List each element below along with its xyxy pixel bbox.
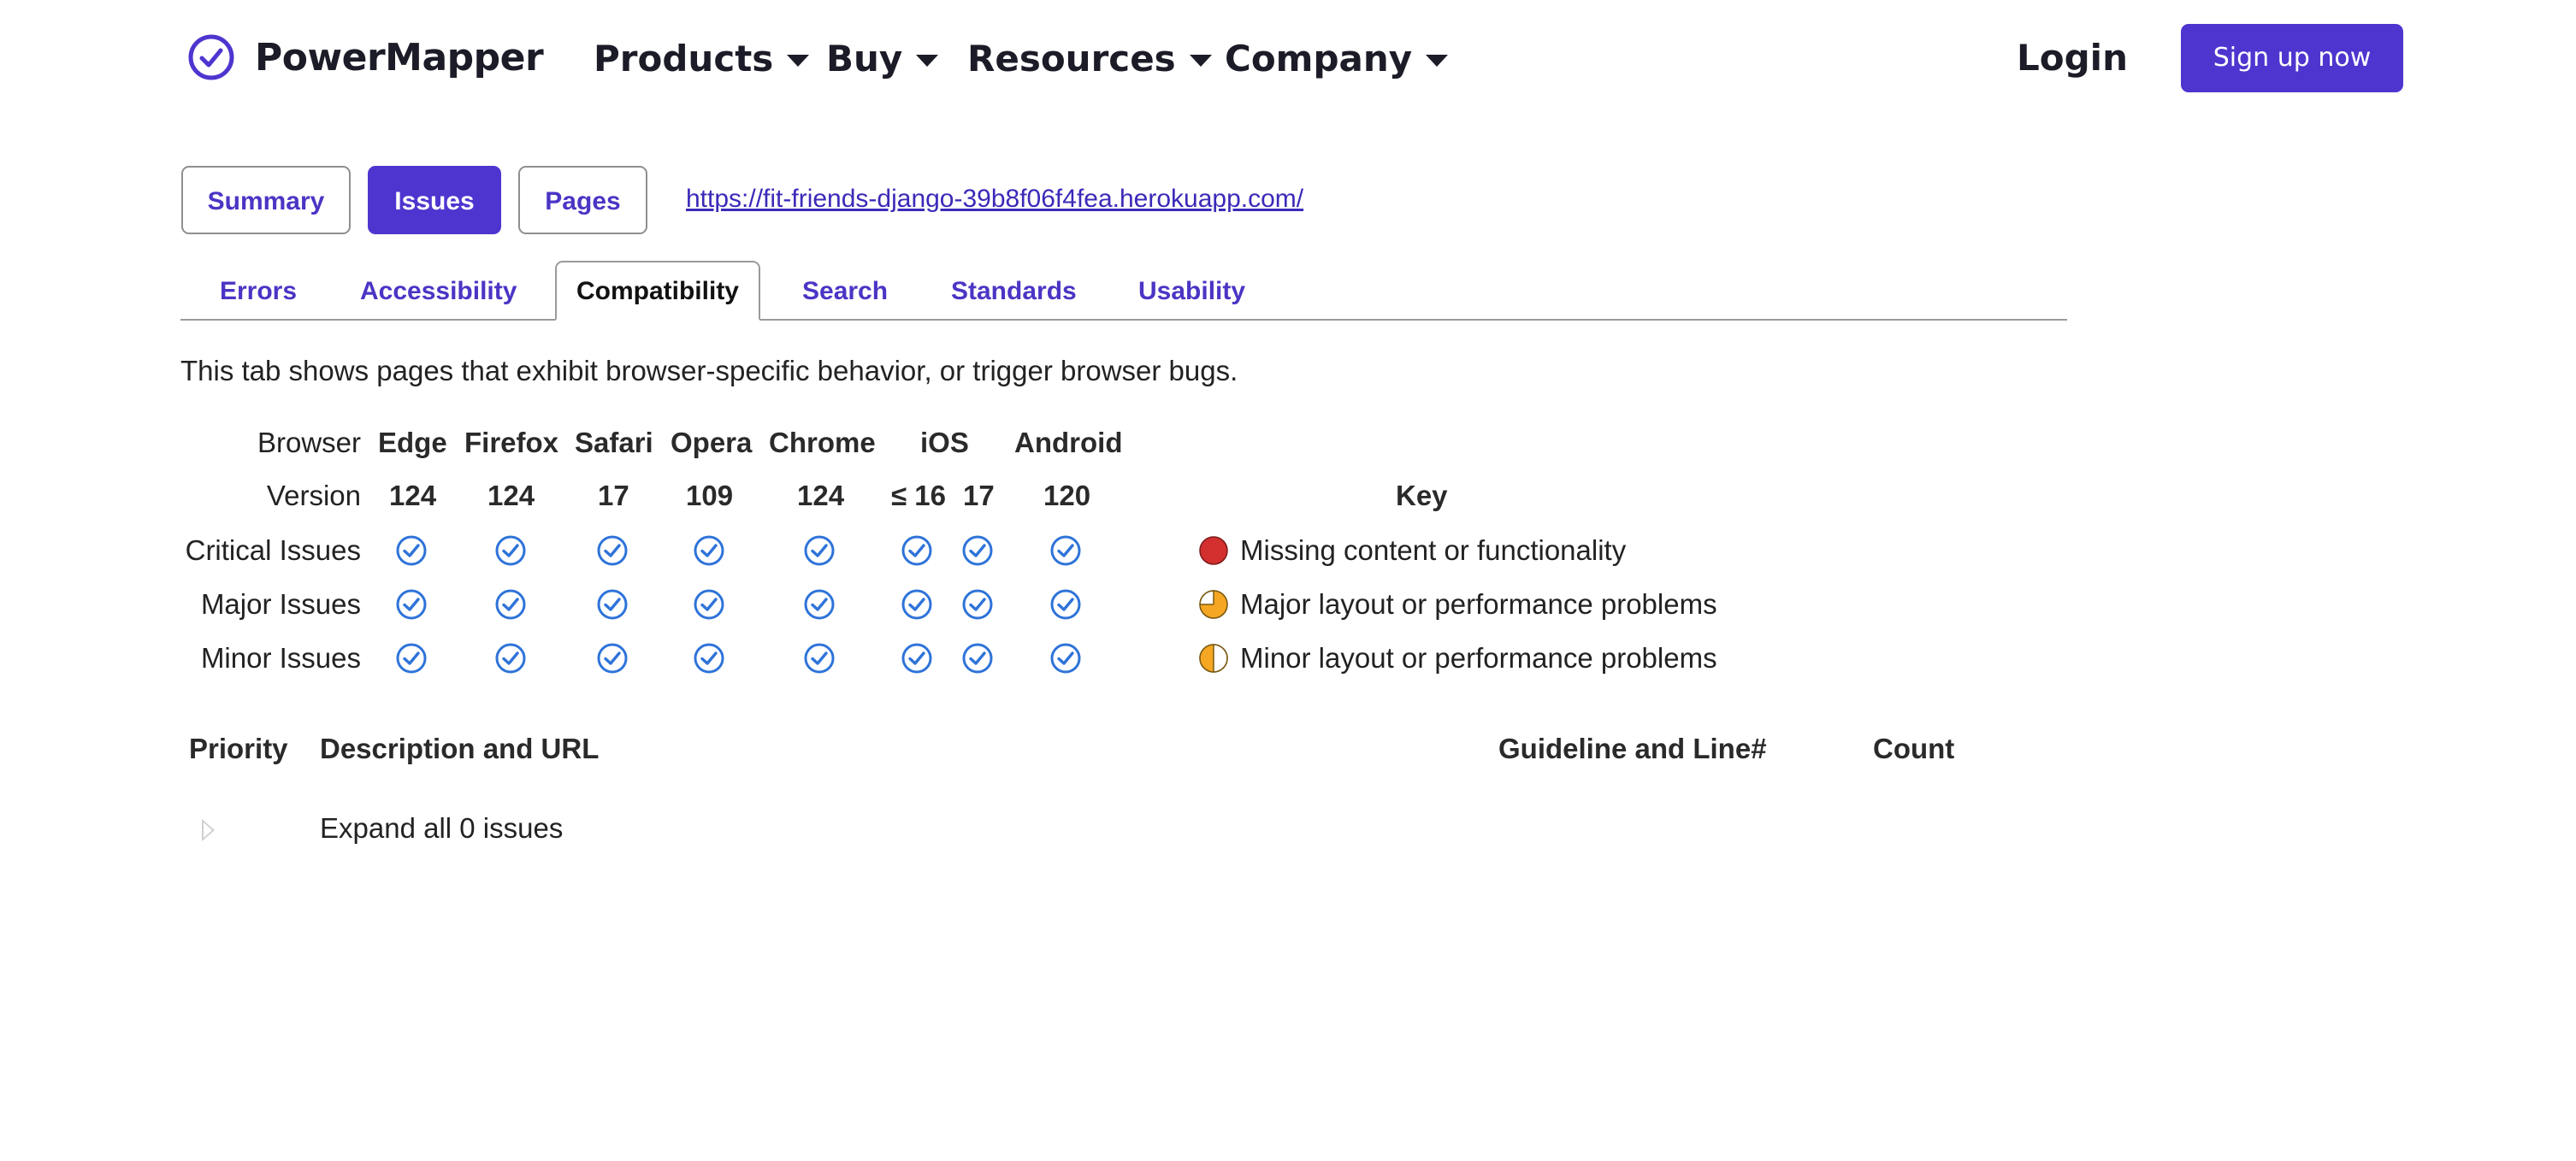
key-major-text: Major layout or performance problems bbox=[1240, 588, 1717, 620]
check-circle-icon bbox=[597, 589, 628, 620]
site-url-link[interactable]: https://fit-friends-django-39b8f06f4fea.… bbox=[686, 185, 1303, 214]
tab-search[interactable]: Search bbox=[802, 261, 888, 319]
browser-name: Android bbox=[1014, 427, 1123, 458]
nav-products[interactable]: Products bbox=[594, 32, 810, 84]
guideline-column-header[interactable]: Guideline and Line# bbox=[1498, 732, 1767, 766]
check-circle-icon bbox=[962, 589, 993, 620]
brand-name: PowerMapper bbox=[255, 35, 544, 80]
key-critical-text: Missing content or functionality bbox=[1240, 534, 1627, 566]
major-issues-label: Major Issues bbox=[200, 588, 361, 620]
check-circle-icon bbox=[694, 535, 724, 566]
check-circle-icon bbox=[962, 535, 993, 566]
key-minor-text: Minor layout or performance problems bbox=[1240, 642, 1717, 674]
chevron-down-icon bbox=[787, 55, 810, 67]
expand-all-issues[interactable]: Expand all 0 issues bbox=[320, 811, 563, 846]
nav-resources[interactable]: Resources bbox=[967, 32, 1212, 84]
check-circle-icon bbox=[901, 643, 932, 674]
tab-standards[interactable]: Standards bbox=[951, 261, 1077, 319]
check-circle-icon bbox=[1050, 589, 1081, 620]
key-title: Key bbox=[1396, 480, 1448, 511]
check-circle-icon bbox=[694, 643, 724, 674]
tab-accessibility[interactable]: Accessibility bbox=[360, 261, 517, 319]
browser-name: iOS bbox=[920, 427, 969, 458]
check-circle-icon bbox=[1050, 535, 1081, 566]
check-circle-icon bbox=[804, 589, 835, 620]
check-circle-icon bbox=[597, 535, 628, 566]
check-circle-icon bbox=[962, 643, 993, 674]
description-column-header[interactable]: Description and URL bbox=[320, 732, 599, 766]
nav-buy[interactable]: Buy bbox=[826, 32, 939, 84]
check-circle-icon bbox=[495, 535, 526, 566]
check-circle-icon bbox=[804, 535, 835, 566]
browser-version: 17 bbox=[963, 480, 995, 511]
browser-version: 17 bbox=[598, 480, 629, 511]
minor-issues-label: Minor Issues bbox=[200, 642, 361, 674]
check-circle-icon bbox=[597, 643, 628, 674]
chevron-down-icon bbox=[1189, 55, 1212, 67]
browser-version: 124 bbox=[389, 480, 437, 511]
browser-name: Safari bbox=[575, 427, 653, 458]
browser-name: Edge bbox=[378, 427, 447, 458]
check-circle-icon bbox=[804, 643, 835, 674]
tab-description: This tab shows pages that exhibit browse… bbox=[180, 355, 1238, 386]
check-circle-logo-icon bbox=[188, 34, 234, 80]
browser-name: Firefox bbox=[464, 427, 559, 458]
issue-category-tabs: Errors Accessibility Compatibility Searc… bbox=[180, 261, 2067, 321]
browser-version: 124 bbox=[797, 480, 845, 511]
nav-company[interactable]: Company bbox=[1225, 32, 1449, 84]
top-navigation: PowerMapper Products Buy Resources Compa… bbox=[0, 0, 2576, 116]
login-link[interactable]: Login bbox=[2017, 32, 2128, 84]
view-summary-button[interactable]: Summary bbox=[181, 166, 351, 234]
chevron-down-icon bbox=[916, 55, 939, 67]
tab-errors[interactable]: Errors bbox=[220, 261, 297, 319]
signup-button[interactable]: Sign up now bbox=[2181, 24, 2403, 92]
browser-version: 124 bbox=[487, 480, 535, 511]
orange-half-pie-icon bbox=[1199, 644, 1228, 673]
view-issues-button[interactable]: Issues bbox=[368, 166, 501, 234]
browser-row-label: Browser bbox=[257, 427, 361, 458]
browser-version: ≤ 16 bbox=[891, 480, 946, 511]
check-circle-icon bbox=[396, 643, 427, 674]
expand-arrow-icon[interactable] bbox=[202, 819, 215, 841]
priority-column-header[interactable]: Priority bbox=[189, 732, 288, 766]
chevron-down-icon bbox=[1426, 55, 1449, 67]
nav-products-label: Products bbox=[594, 37, 774, 80]
orange-three-quarter-pie-icon bbox=[1199, 590, 1228, 619]
view-pages-button[interactable]: Pages bbox=[518, 166, 647, 234]
check-circle-icon bbox=[495, 589, 526, 620]
browser-version: 120 bbox=[1043, 480, 1091, 511]
critical-issues-label: Critical Issues bbox=[185, 534, 361, 566]
nav-company-label: Company bbox=[1225, 37, 1413, 80]
browser-version: 109 bbox=[686, 480, 734, 511]
tab-compatibility[interactable]: Compatibility bbox=[555, 261, 760, 321]
red-circle-icon bbox=[1199, 536, 1228, 565]
check-circle-icon bbox=[396, 589, 427, 620]
nav-resources-label: Resources bbox=[967, 37, 1176, 80]
check-circle-icon bbox=[901, 589, 932, 620]
check-circle-icon bbox=[396, 535, 427, 566]
count-column-header[interactable]: Count bbox=[1873, 732, 1954, 766]
version-row-label: Version bbox=[266, 480, 361, 511]
check-circle-icon bbox=[901, 535, 932, 566]
check-circle-icon bbox=[694, 589, 724, 620]
check-circle-icon bbox=[1050, 643, 1081, 674]
browser-name: Opera bbox=[671, 427, 753, 458]
tab-usability[interactable]: Usability bbox=[1138, 261, 1245, 319]
nav-buy-label: Buy bbox=[826, 37, 903, 80]
check-circle-icon bbox=[495, 643, 526, 674]
brand-logo[interactable]: PowerMapper bbox=[186, 32, 544, 82]
browser-name: Chrome bbox=[769, 427, 876, 458]
